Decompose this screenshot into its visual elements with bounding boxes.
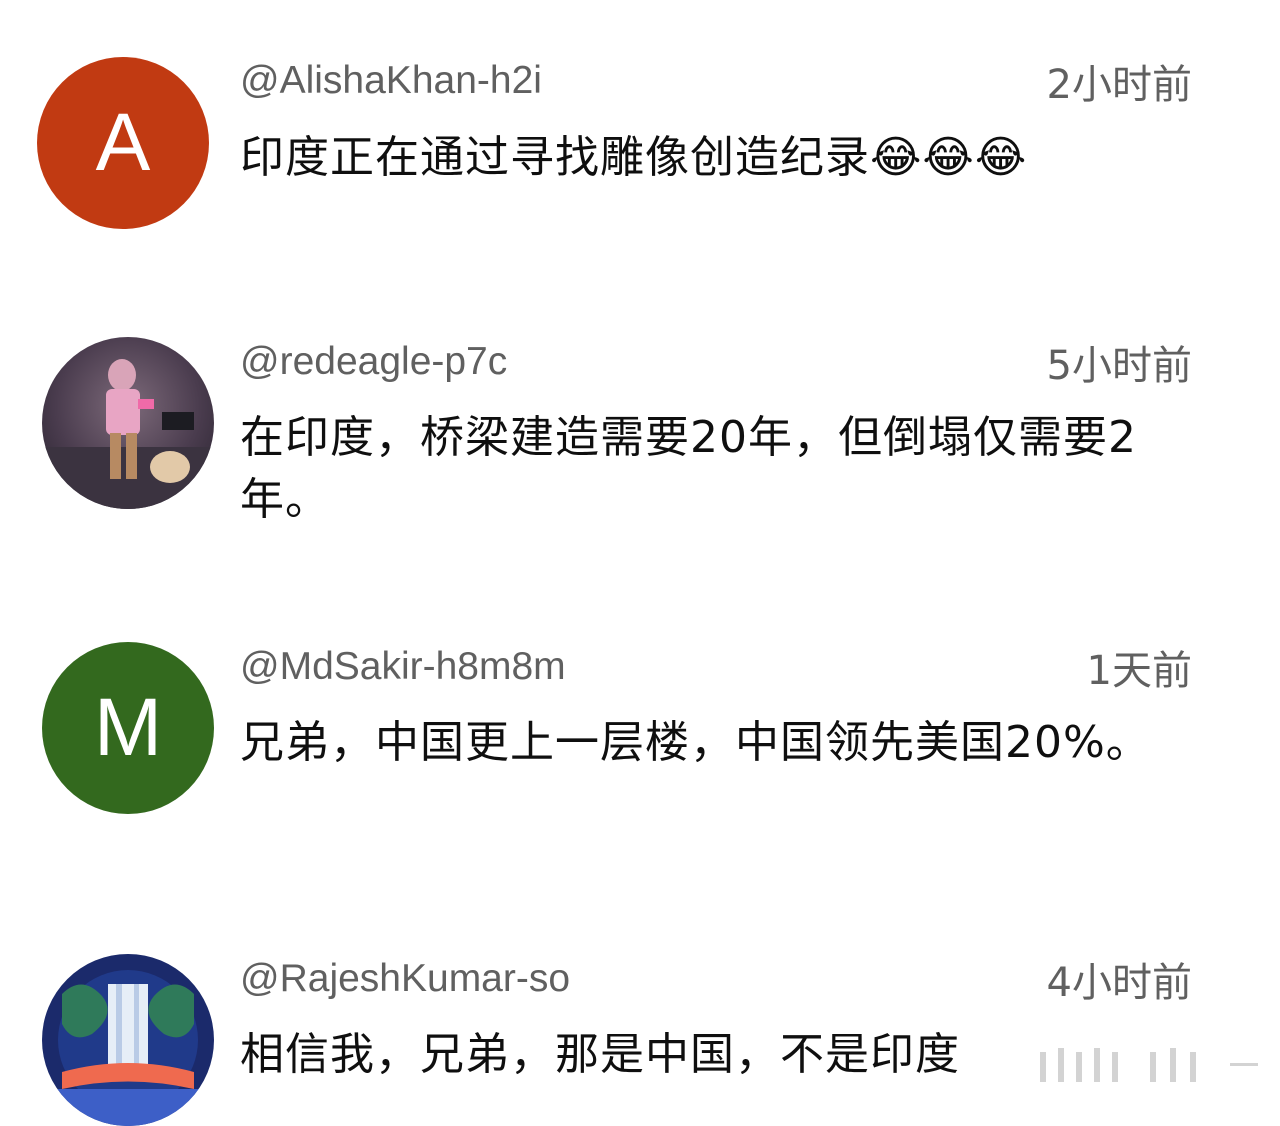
- avatar[interactable]: [42, 954, 214, 1126]
- avatar-letter: M: [93, 682, 163, 773]
- comment-text: 印度正在通过寻找雕像创造纪录😂😂😂: [240, 132, 1028, 183]
- avatar[interactable]: [42, 337, 214, 509]
- comment-text: 兄弟，中国更上一层楼，中国领先美国20%。: [240, 717, 1151, 768]
- watermark: [1010, 1030, 1270, 1109]
- comment-timestamp: 4小时前: [1046, 960, 1192, 1006]
- person-photo-icon: [42, 337, 214, 509]
- watermark-logo-icon: [1040, 1048, 1258, 1082]
- comment-timestamp: 2小时前: [1046, 62, 1192, 108]
- avatar[interactable]: A: [37, 57, 209, 229]
- comment-author-handle[interactable]: @AlishaKhan-h2i: [240, 58, 542, 104]
- comment-text: 在印度，桥梁建造需要20年，但倒塌仅需要2年。: [240, 412, 1137, 525]
- avatar[interactable]: M: [42, 642, 214, 814]
- comment-author-handle[interactable]: @RajeshKumar-so: [240, 956, 570, 1002]
- comment-timestamp: 1天前: [1086, 648, 1192, 694]
- waterfall-art-icon: [42, 954, 214, 1126]
- comment-author-handle[interactable]: @redeagle-p7c: [240, 339, 507, 385]
- comment-author-handle[interactable]: @MdSakir-h8m8m: [240, 644, 566, 690]
- avatar-letter: A: [95, 97, 151, 188]
- comment-timestamp: 5小时前: [1046, 343, 1192, 389]
